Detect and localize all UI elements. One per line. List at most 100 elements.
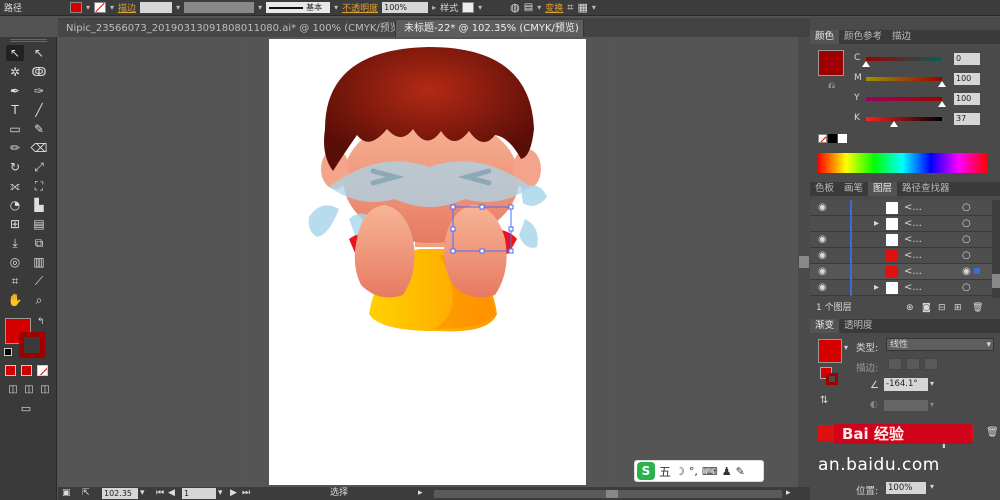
tab-layers[interactable]: 图层 bbox=[868, 182, 898, 196]
export-icon[interactable]: ⇱ bbox=[82, 487, 90, 500]
channel-value-field[interactable]: 100 bbox=[954, 73, 980, 85]
slider-track[interactable] bbox=[866, 57, 942, 61]
tab-color-guide[interactable]: 颜色参考 bbox=[839, 30, 887, 44]
white-swatch[interactable] bbox=[838, 134, 847, 143]
column-graph-tool-icon[interactable]: ▥ bbox=[30, 254, 48, 270]
tab-pathfinder[interactable]: 路径查找器 bbox=[897, 182, 955, 196]
layer-row[interactable]: ◉ <... ○ bbox=[810, 200, 992, 216]
stroke-swatch[interactable] bbox=[94, 2, 107, 13]
vertical-scrollbar[interactable] bbox=[798, 37, 810, 487]
fill-dropdown-icon[interactable]: ▾ bbox=[86, 3, 90, 12]
artboard[interactable] bbox=[269, 39, 586, 485]
sogou-logo-icon[interactable]: S bbox=[637, 462, 655, 480]
pen-tool-icon[interactable]: ✒ bbox=[6, 83, 24, 99]
moon-icon[interactable]: ☽ bbox=[675, 465, 685, 478]
first-page-icon[interactable]: ⏮ bbox=[156, 487, 164, 500]
eye-icon[interactable]: ◉ bbox=[818, 266, 827, 277]
stroke-link[interactable]: 描边 bbox=[118, 1, 136, 14]
slider-track[interactable] bbox=[866, 77, 942, 81]
canvas[interactable]: S 五 ☽ °, ⌨ ♟ ✎ bbox=[58, 37, 798, 487]
stroke-along-icon[interactable] bbox=[906, 358, 920, 370]
expand-arrow-icon[interactable]: ▸ bbox=[874, 218, 879, 229]
paintbrush-tool-icon[interactable]: ✎ bbox=[30, 121, 48, 137]
locate-object-icon[interactable]: ⊕ bbox=[906, 301, 914, 315]
scroll-thumb[interactable] bbox=[799, 256, 809, 268]
status-arrow-icon[interactable]: ▸ bbox=[418, 487, 423, 500]
perspective-grid-tool-icon[interactable]: ▙ bbox=[30, 197, 48, 213]
keyboard-icon[interactable]: ⌨ bbox=[702, 465, 718, 478]
slider-thumb[interactable] bbox=[938, 101, 946, 107]
layers-scrollbar[interactable] bbox=[992, 200, 1000, 298]
draw-inside-icon[interactable]: ◫ bbox=[36, 382, 54, 398]
tab-nipic[interactable]: Nipic_23566073_20190313091808011080.ai* … bbox=[58, 20, 396, 37]
aspect-dropdown-icon[interactable]: ▾ bbox=[930, 400, 934, 409]
eye-icon[interactable]: ◉ bbox=[818, 250, 827, 261]
layer-row[interactable]: ▸ <... ○ bbox=[810, 216, 992, 232]
slider-c[interactable]: C 0 bbox=[854, 53, 994, 67]
tab-color[interactable]: 颜色 bbox=[810, 30, 840, 44]
swap-fill-stroke-icon[interactable]: ↰ bbox=[37, 317, 45, 327]
gradient-type-select[interactable]: 线性 ▾ bbox=[886, 338, 994, 351]
line-tool-icon[interactable]: ╱ bbox=[30, 102, 48, 118]
gradient-tool-icon[interactable]: ▤ bbox=[30, 216, 48, 232]
eraser-tool-icon[interactable]: ⌫ bbox=[30, 140, 48, 156]
tab-untitled-22[interactable]: 未标题-22* @ 102.35% (CMYK/预览) × bbox=[396, 20, 584, 37]
gradient-preview-swatch[interactable] bbox=[818, 339, 842, 363]
black-swatch[interactable] bbox=[828, 134, 837, 143]
toolbox-grip[interactable] bbox=[10, 39, 47, 42]
stroke-dropdown-icon[interactable]: ▾ bbox=[110, 3, 114, 12]
artboard-nav-icon[interactable]: ▣ bbox=[62, 487, 71, 500]
layer-name[interactable]: <... bbox=[904, 250, 922, 261]
tab-stroke[interactable]: 描边 bbox=[887, 30, 916, 44]
slider-thumb[interactable] bbox=[938, 81, 946, 87]
width-tool-icon[interactable]: ⟗ bbox=[6, 178, 24, 194]
layer-name[interactable]: <... bbox=[904, 282, 922, 293]
opacity-arrow-icon[interactable]: ▸ bbox=[432, 3, 436, 12]
target-icon[interactable]: ○ bbox=[962, 282, 971, 293]
eye-icon[interactable]: ◉ bbox=[818, 234, 827, 245]
artboard-tool-icon[interactable]: ⌗ bbox=[6, 273, 24, 289]
color-mode-icon[interactable] bbox=[5, 365, 16, 376]
h-scroll-thumb[interactable] bbox=[606, 490, 618, 498]
slider-thumb[interactable] bbox=[890, 121, 899, 127]
eyedropper-tool-icon[interactable]: ⤓ bbox=[6, 235, 24, 251]
opacity-link[interactable]: 不透明度 bbox=[342, 1, 378, 14]
prev-page-icon[interactable]: ◀ bbox=[168, 487, 175, 500]
opacity-field[interactable]: 100% bbox=[382, 2, 429, 13]
ime-toolbar[interactable]: S 五 ☽ °, ⌨ ♟ ✎ bbox=[634, 460, 764, 482]
angle-field[interactable]: -164.1° bbox=[884, 378, 928, 391]
brush-dropdown-icon[interactable]: ▾ bbox=[334, 3, 338, 12]
close-icon[interactable]: × bbox=[582, 23, 583, 34]
location-dropdown-icon[interactable]: ▾ bbox=[930, 482, 934, 491]
screen-mode-icon[interactable]: ▭ bbox=[17, 401, 35, 417]
page-field[interactable]: 1 bbox=[182, 488, 216, 499]
target-icon[interactable]: ○ bbox=[962, 234, 971, 245]
color-spectrum[interactable] bbox=[818, 153, 987, 173]
panel-menu-icon[interactable]: ▦ bbox=[577, 1, 587, 14]
eye-icon[interactable]: ◉ bbox=[818, 202, 827, 213]
layer-row-selected[interactable]: ◉ <... ◉ bbox=[810, 264, 992, 280]
angle-dropdown-icon[interactable]: ▾ bbox=[930, 379, 934, 388]
layer-row[interactable]: ◉ ▸ <... ○ bbox=[810, 280, 992, 296]
user-icon[interactable]: ♟ bbox=[722, 465, 732, 478]
slider-m[interactable]: M 100 bbox=[854, 73, 994, 87]
mesh-tool-icon[interactable]: ⊞ bbox=[6, 216, 24, 232]
out-of-gamut-icon[interactable]: ⎌ bbox=[828, 81, 835, 91]
layers-scroll-thumb[interactable] bbox=[992, 274, 1000, 288]
slice-tool-icon[interactable]: ⟋ bbox=[30, 273, 48, 289]
slider-track[interactable] bbox=[866, 117, 942, 121]
panel-menu-dropdown-icon[interactable]: ▾ bbox=[592, 3, 596, 12]
target-icon[interactable]: ○ bbox=[962, 218, 971, 229]
reverse-gradient-icon[interactable]: ⇅ bbox=[820, 395, 828, 406]
stroke-within-icon[interactable] bbox=[888, 358, 902, 370]
eye-icon[interactable]: ◉ bbox=[818, 282, 827, 293]
align-dropdown-icon[interactable]: ▾ bbox=[537, 3, 541, 12]
channel-value-field[interactable]: 100 bbox=[954, 93, 980, 105]
zoom-field[interactable]: 102.35 bbox=[102, 488, 138, 499]
tab-gradient[interactable]: 渐变 bbox=[810, 319, 840, 333]
new-sublayer-icon[interactable]: ⊟ bbox=[938, 301, 946, 315]
slider-y[interactable]: Y 100 bbox=[854, 93, 994, 107]
brush-field[interactable]: 基本 bbox=[266, 2, 331, 13]
layer-name[interactable]: <... bbox=[904, 202, 922, 213]
selection-tool-icon[interactable]: ↖ bbox=[6, 45, 24, 61]
